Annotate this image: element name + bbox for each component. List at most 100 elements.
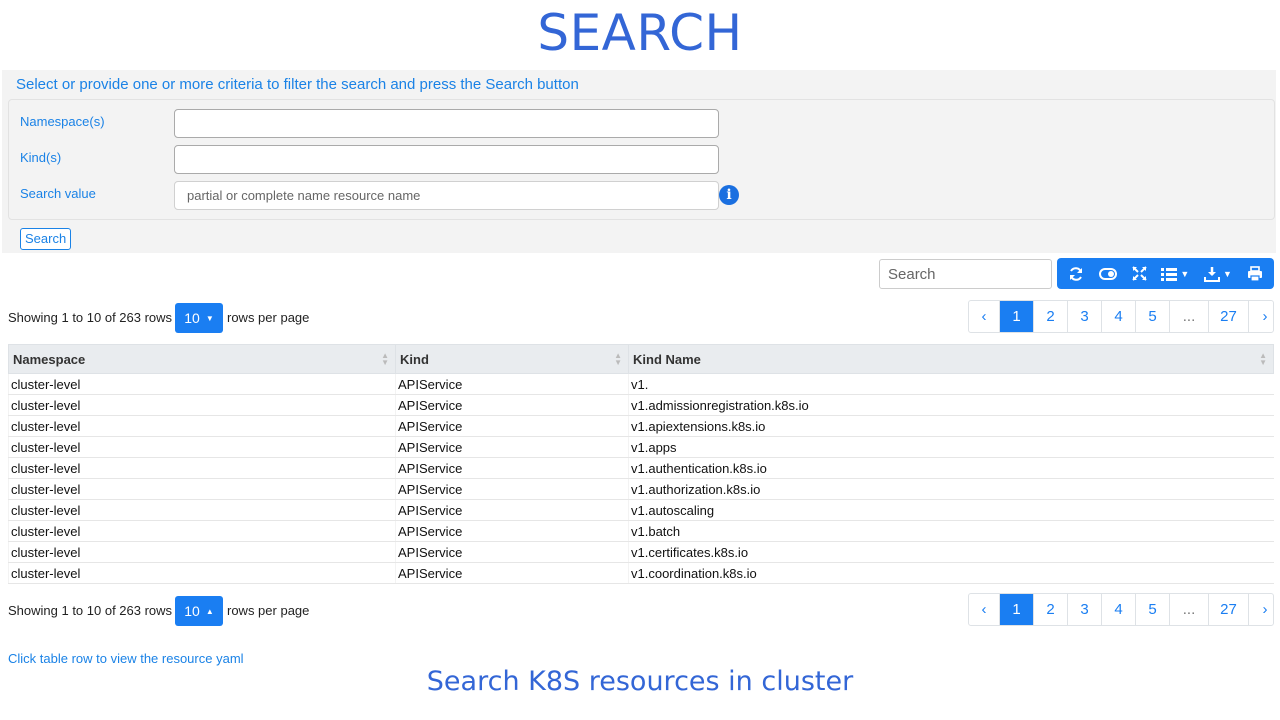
table-search-input[interactable] xyxy=(879,259,1052,289)
caret-up-icon: ▲ xyxy=(205,607,214,616)
toggle-icon[interactable] xyxy=(1099,266,1118,282)
rows-per-page-label: rows per page xyxy=(227,310,310,325)
refresh-icon[interactable] xyxy=(1068,266,1084,282)
page-caption: Search K8S resources in cluster xyxy=(426,666,854,697)
page-button[interactable]: 4 xyxy=(1102,594,1136,625)
cell-kind: APIService xyxy=(395,541,629,563)
namespace-label: Namespace(s) xyxy=(20,114,105,129)
prev-page-button[interactable]: ‹ xyxy=(969,301,1000,332)
cell-kind-name: v1. xyxy=(628,373,1274,395)
page-button[interactable]: 3 xyxy=(1068,594,1102,625)
search-value-label: Search value xyxy=(20,186,96,201)
page-size-dropdown[interactable]: 10 ▼ xyxy=(175,303,223,333)
kind-label: Kind(s) xyxy=(20,150,62,165)
table-row[interactable]: cluster-level APIService v1.certificates.k… xyxy=(8,541,1274,563)
table-row[interactable]: cluster-level APIService v1.apps xyxy=(8,436,1274,458)
page-button[interactable]: 27 xyxy=(1209,301,1249,332)
page-button[interactable]: 5 xyxy=(1136,594,1170,625)
cell-kind-name: v1.apiextensions.k8s.io xyxy=(628,415,1274,437)
sort-icon: ▲ ▼ xyxy=(381,351,389,367)
page-button[interactable]: 1 xyxy=(1000,301,1034,332)
cell-kind: APIService xyxy=(395,373,629,395)
page-title: SEARCH xyxy=(537,4,743,62)
column-header-kind-name[interactable]: Kind Name ▲ ▼ xyxy=(628,344,1274,374)
next-page-button[interactable]: › xyxy=(1249,301,1280,332)
search-button[interactable]: Search xyxy=(20,228,72,250)
cell-kind: APIService xyxy=(395,499,629,521)
page-button[interactable]: 3 xyxy=(1068,301,1102,332)
cell-kind-name: v1.certificates.k8s.io xyxy=(628,541,1274,563)
kind-input[interactable] xyxy=(174,145,719,174)
chevron-down-icon: ▼ xyxy=(1223,268,1232,279)
cell-namespace: cluster-level xyxy=(8,415,396,437)
pagination-top: ‹ 1 2 3 4 5... 27 › xyxy=(968,300,1274,333)
search-criteria-panel: Select or provide one or more criteria t… xyxy=(2,70,1276,253)
table-toolbar: ▼ ▼ xyxy=(1057,258,1274,289)
footnote: Click table row to view the resource yam… xyxy=(8,651,244,666)
page-button[interactable]: 5 xyxy=(1136,301,1170,332)
table-row[interactable]: cluster-level APIService v1.autoscaling xyxy=(8,499,1274,521)
cell-kind: APIService xyxy=(395,436,629,458)
cell-kind-name: v1.batch xyxy=(628,520,1274,542)
cell-kind: APIService xyxy=(395,478,629,500)
cell-namespace: cluster-level xyxy=(8,457,396,479)
table-row[interactable]: cluster-level APIService v1.admissionregis… xyxy=(8,394,1274,416)
cell-kind-name: v1.coordination.k8s.io xyxy=(628,562,1274,584)
pagination-bottom: ‹ 1 2 3 4 5... 27 › xyxy=(968,593,1274,626)
caret-down-icon: ▼ xyxy=(205,314,214,323)
pagination-info: Showing 1 to 10 of 263 rows xyxy=(8,310,173,325)
sort-icon: ▲ ▼ xyxy=(614,351,622,367)
table-row[interactable]: cluster-level APIService v1.apiextensions.… xyxy=(8,415,1274,437)
chevron-down-icon: ▼ xyxy=(1180,268,1190,279)
pagination-ellipsis: ... xyxy=(1170,594,1209,625)
cell-kind-name: v1.autoscaling xyxy=(628,499,1274,521)
page-button[interactable]: 1 xyxy=(1000,594,1034,625)
search-value-input[interactable] xyxy=(174,181,719,210)
cell-kind: APIService xyxy=(395,457,629,479)
next-page-button[interactable]: › xyxy=(1249,594,1280,625)
table-row[interactable]: cluster-level APIService v1.authentication… xyxy=(8,457,1274,479)
cell-namespace: cluster-level xyxy=(8,478,396,500)
prev-page-button[interactable]: ‹ xyxy=(969,594,1000,625)
cell-namespace: cluster-level xyxy=(8,436,396,458)
rows-per-page-label: rows per page xyxy=(227,603,310,618)
cell-namespace: cluster-level xyxy=(8,520,396,542)
print-icon[interactable] xyxy=(1247,265,1263,282)
table-header-row: Namespace ▲ ▼ Kind ▲ ▼ Kind Name ▲ ▼ xyxy=(8,344,1274,374)
cell-namespace: cluster-level xyxy=(8,394,396,416)
table-row[interactable]: cluster-level APIService v1. xyxy=(8,373,1274,395)
cell-kind: APIService xyxy=(395,394,629,416)
info-icon[interactable]: i xyxy=(719,185,739,205)
criteria-form: Namespace(s) Kind(s) Search value xyxy=(8,99,1275,220)
page-button[interactable]: 2 xyxy=(1034,301,1068,332)
cell-namespace: cluster-level xyxy=(8,562,396,584)
cell-namespace: cluster-level xyxy=(8,541,396,563)
table-row[interactable]: cluster-level APIService v1.batch xyxy=(8,520,1274,542)
namespace-input[interactable] xyxy=(174,109,719,138)
export-icon[interactable]: ▼ xyxy=(1204,266,1232,282)
criteria-hint: Select or provide one or more criteria t… xyxy=(16,76,579,93)
page-size-value: 10 xyxy=(184,310,200,326)
pagination-info: Showing 1 to 10 of 263 rows xyxy=(8,603,173,618)
page-button[interactable]: 27 xyxy=(1209,594,1249,625)
fullscreen-icon[interactable] xyxy=(1132,266,1147,281)
cell-kind-name: v1.authentication.k8s.io xyxy=(628,457,1274,479)
table-row[interactable]: cluster-level APIService v1.authorization.… xyxy=(8,478,1274,500)
page-button[interactable]: 4 xyxy=(1102,301,1136,332)
page-size-dropdown[interactable]: 10 ▲ xyxy=(175,596,223,626)
columns-icon[interactable]: ▼ xyxy=(1161,267,1189,281)
cell-kind: APIService xyxy=(395,520,629,542)
cell-kind: APIService xyxy=(395,415,629,437)
cell-kind-name: v1.admissionregistration.k8s.io xyxy=(628,394,1274,416)
sort-icon: ▲ ▼ xyxy=(1259,351,1267,367)
pagination-ellipsis: ... xyxy=(1170,301,1209,332)
column-header-kind[interactable]: Kind ▲ ▼ xyxy=(395,344,629,374)
page-button[interactable]: 2 xyxy=(1034,594,1068,625)
column-header-namespace[interactable]: Namespace ▲ ▼ xyxy=(8,344,396,374)
cell-kind: APIService xyxy=(395,562,629,584)
table-row[interactable]: cluster-level APIService v1.coordination.k… xyxy=(8,562,1274,584)
cell-namespace: cluster-level xyxy=(8,373,396,395)
resource-table: Namespace ▲ ▼ Kind ▲ ▼ Kind Name ▲ ▼ cluster-l… xyxy=(8,344,1274,584)
cell-kind-name: v1.apps xyxy=(628,436,1274,458)
page-size-value: 10 xyxy=(184,603,200,619)
